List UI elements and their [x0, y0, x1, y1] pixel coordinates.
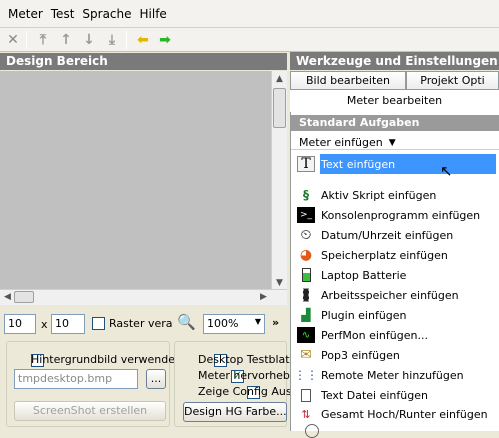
horizontal-scroll-thumb[interactable] — [14, 291, 34, 303]
action-script-insert[interactable]: § Aktiv Skript einfügen — [297, 185, 436, 205]
menu-meter[interactable]: Meter — [4, 7, 47, 21]
raster-checkbox[interactable] — [92, 317, 105, 330]
background-file-input[interactable]: tmpdesktop.bmp — [14, 369, 138, 389]
vertical-scroll-thumb[interactable] — [273, 88, 286, 128]
delete-icon[interactable]: ✕ — [4, 31, 22, 49]
tools-settings-title: Werkzeuge und Einstellungen — [290, 52, 499, 70]
remote-icon: ⋮⋮ — [294, 368, 318, 382]
chevron-down-icon: ▼ — [388, 137, 396, 148]
memory-icon — [297, 287, 315, 303]
browse-button[interactable]: ... — [146, 369, 166, 389]
updown-icon: ⇅ — [301, 407, 311, 421]
next-action-icon — [305, 424, 319, 438]
back-arrow-icon[interactable]: ⬅ — [134, 31, 152, 49]
tab-row: Bild bearbeiten Projekt Opti — [290, 71, 499, 90]
perfmon-icon: ∿ — [297, 327, 315, 343]
menu-sprache[interactable]: Sprache — [78, 7, 135, 21]
move-down-icon[interactable]: ↓ — [80, 31, 98, 49]
toolbar: ✕ ⤒ ↑ ↓ ⤓ ⬅ ➡ — [0, 28, 499, 52]
action-console-insert[interactable]: >_ Konsolenprogramm einfügen — [297, 205, 480, 225]
tab-image-edit[interactable]: Bild bearbeiten — [290, 71, 406, 90]
text-file-icon — [297, 387, 315, 403]
battery-icon — [297, 267, 315, 283]
plugin-icon: ▟ — [301, 308, 311, 322]
action-battery-insert[interactable]: Laptop Batterie — [297, 265, 406, 285]
tab-meter-edit[interactable]: Meter bearbeiten — [290, 90, 499, 112]
scroll-left-icon[interactable]: ◀ — [4, 292, 11, 302]
design-area-title: Design Bereich — [0, 53, 287, 70]
standard-tasks-header: Standard Aufgaben — [291, 115, 499, 131]
zoom-icon[interactable]: 🔍 — [177, 313, 196, 331]
scroll-right-icon[interactable]: ▶ — [260, 292, 267, 302]
horizontal-scrollbar[interactable] — [0, 289, 287, 305]
move-to-top-icon[interactable]: ⤒ — [34, 31, 52, 49]
clock-icon: ⏲ — [300, 227, 312, 243]
console-icon: >_ — [297, 207, 315, 223]
menu-hilfe[interactable]: Hilfe — [136, 7, 171, 21]
design-canvas[interactable] — [0, 71, 287, 289]
chevron-down-icon: ▼ — [254, 317, 261, 326]
move-to-bottom-icon[interactable]: ⤓ — [103, 31, 121, 49]
menu-bar: Meter Test Sprache Hilfe — [0, 0, 499, 28]
mail-icon: ✉ — [300, 347, 312, 363]
raster-height-input[interactable]: 10 — [51, 314, 85, 334]
background-label: Hintergrundbild verwende — [31, 353, 175, 366]
divider — [291, 149, 499, 150]
meter-insert-label: Meter einfügen — [299, 136, 383, 149]
expand-icon[interactable]: » — [272, 316, 279, 329]
toolbar-separator — [26, 31, 27, 49]
tab-project-options[interactable]: Projekt Opti — [406, 71, 499, 90]
scroll-down-icon[interactable]: ▼ — [276, 278, 283, 288]
zoom-select[interactable]: 100% ▼ — [203, 314, 265, 334]
script-icon: § — [303, 188, 309, 202]
scroll-up-icon[interactable]: ▲ — [276, 74, 283, 84]
text-T-icon: T — [297, 156, 315, 172]
mouse-cursor-icon: ↖ — [440, 162, 453, 180]
action-remote-meter-add[interactable]: ⋮⋮ Remote Meter hinzufügen — [294, 365, 464, 385]
action-text-file-insert[interactable]: Text Datei einfügen — [297, 385, 428, 405]
action-perfmon-insert[interactable]: ∿ PerfMon einfügen... — [297, 325, 428, 345]
times-label: x — [41, 318, 48, 331]
forward-arrow-icon[interactable]: ➡ — [156, 31, 174, 49]
raster-width-input[interactable]: 10 — [4, 314, 36, 334]
disk-icon: ◕ — [299, 247, 313, 263]
action-updown-insert[interactable]: ⇅ Gesamt Hoch/Runter einfügen — [297, 404, 487, 424]
move-up-icon[interactable]: ↑ — [57, 31, 75, 49]
action-pop3-insert[interactable]: ✉ Pop3 einfügen — [297, 345, 400, 365]
zoom-value: 100% — [207, 317, 239, 330]
design-bg-color-button[interactable]: Design HG Farbe... — [183, 402, 287, 422]
action-plugin-insert[interactable]: ▟ Plugin einfügen — [297, 305, 406, 325]
toolbar-separator — [126, 31, 127, 49]
screenshot-button[interactable]: ScreenShot erstellen — [14, 401, 166, 421]
action-text-insert[interactable]: T Text einfügen — [297, 154, 395, 174]
action-memory-insert[interactable]: Arbeitsspeicher einfügen — [297, 285, 459, 305]
raster-label: Raster vera — [109, 317, 173, 330]
menu-test[interactable]: Test — [47, 7, 79, 21]
action-datetime-insert[interactable]: ⏲ Datum/Uhrzeit einfügen — [297, 225, 454, 245]
desktop-test-label: Desktop Testblat — [198, 353, 290, 366]
meter-insert-dropdown[interactable]: Meter einfügen ▼ — [299, 136, 396, 149]
action-disk-insert[interactable]: ◕ Speicherplatz einfügen — [297, 245, 448, 265]
meter-highlight-label: Meter hervorhebe — [198, 369, 297, 382]
show-config-label: Zeige Config Aus — [198, 385, 292, 398]
